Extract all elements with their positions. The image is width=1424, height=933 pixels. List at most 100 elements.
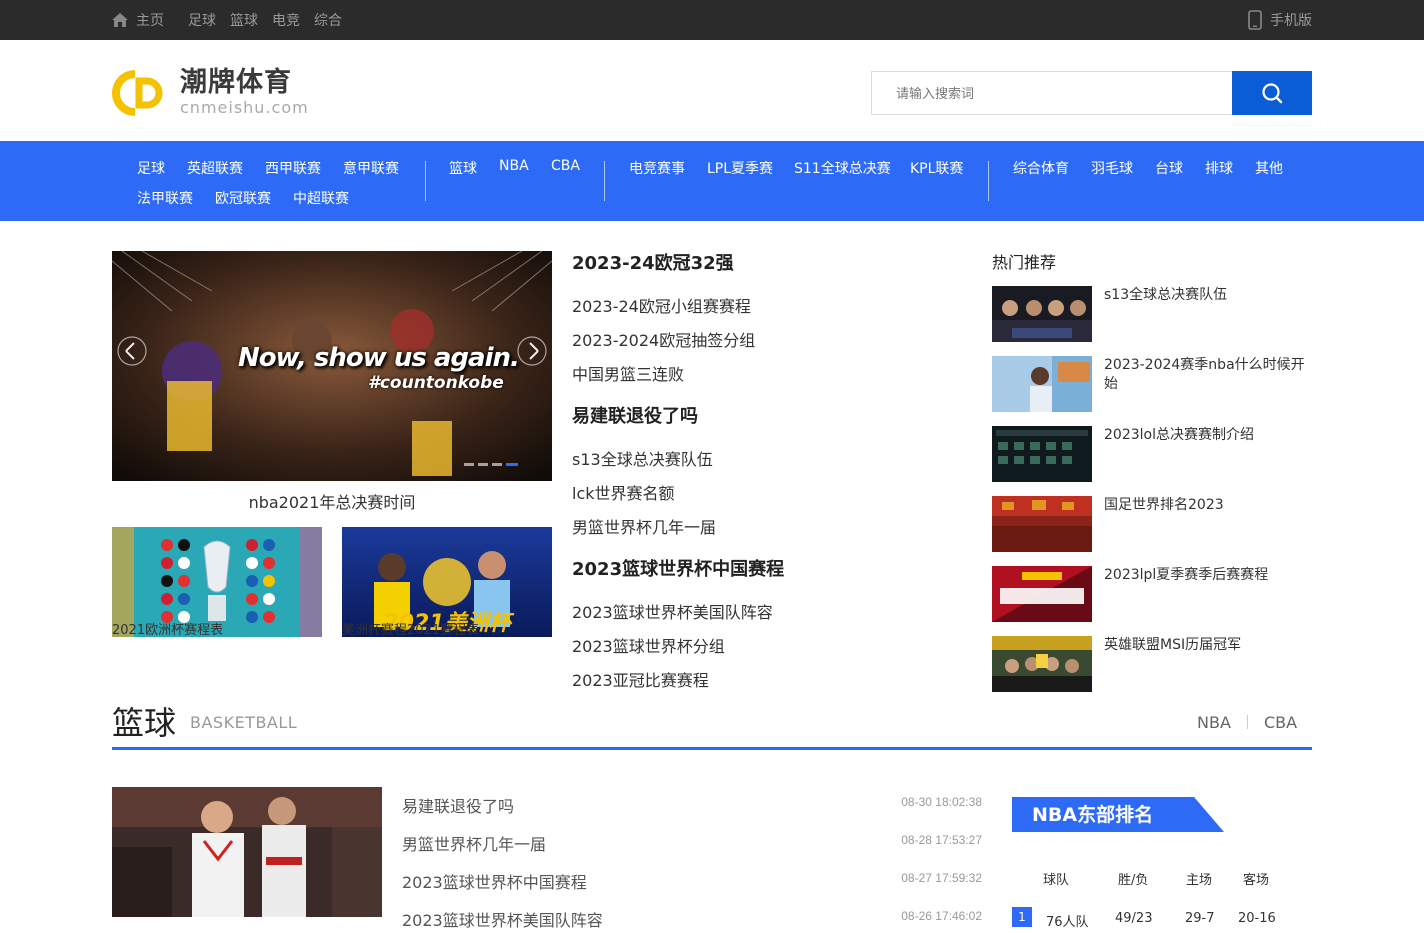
nav-football[interactable]: 足球 [137, 158, 165, 178]
slider-dots [464, 463, 518, 466]
home-link[interactable]: 主页 [112, 10, 164, 30]
hot-item-title[interactable]: s13全球总决赛队伍 [1104, 286, 1309, 305]
nav-csl[interactable]: 中超联赛 [293, 188, 349, 208]
headline-item[interactable]: 2023亚冠比赛赛程 [572, 664, 952, 698]
headline-title[interactable]: 易建联退役了吗 [572, 404, 952, 430]
rank-home: 29-7 [1185, 911, 1215, 926]
search-input[interactable] [871, 71, 1232, 115]
hot-item[interactable]: s13全球总决赛队伍 [992, 286, 1312, 356]
hot-item-title[interactable]: 2023-2024赛季nba什么时候开始 [1104, 356, 1309, 394]
hot-item[interactable]: 国足世界排名2023 [992, 496, 1312, 566]
basketball-section-header: 篮球 BASKETBALL NBA CBA [112, 701, 1312, 750]
search-button[interactable] [1232, 71, 1312, 115]
nba-east-standings: NBA东部排名 球队 胜/负 主场 客场 1 76人队 49/23 29-7 2… [1012, 797, 1312, 930]
hot-item-title[interactable]: 英雄联盟MSI历届冠军 [1104, 636, 1309, 655]
search-icon [1262, 83, 1283, 104]
headline-item[interactable]: 2023篮球世界杯美国队阵容 [572, 596, 952, 630]
basketball-news-list: 易建联退役了吗 08-30 18:02:38 男篮世界杯几年一届 08-28 1… [402, 787, 982, 933]
headline-item[interactable]: 2023-24欧冠小组赛赛程 [572, 290, 952, 324]
slider-dot[interactable] [492, 463, 502, 466]
thumb-euro-cup-caption[interactable]: 2021欧洲杯赛程表 [112, 619, 223, 638]
news-title[interactable]: 易建联退役了吗 [402, 793, 514, 817]
slider-dot[interactable] [478, 463, 488, 466]
logo-mark-icon [112, 70, 163, 116]
mobile-version-label: 手机版 [1270, 13, 1312, 29]
site-logo[interactable]: 潮牌体育 cnmeishu.com [112, 68, 309, 118]
hot-item-image[interactable] [992, 426, 1092, 482]
section-tab-cba[interactable]: CBA [1264, 713, 1297, 732]
news-row[interactable]: 2023篮球世界杯美国队阵容 08-26 17:46:02 [402, 901, 982, 933]
rank-win-loss: 49/23 [1115, 911, 1153, 926]
hero-caption[interactable]: nba2021年总决赛时间 [112, 489, 552, 513]
headline-title[interactable]: 2023-24欧冠32强 [572, 251, 952, 277]
news-title[interactable]: 男篮世界杯几年一届 [402, 831, 546, 855]
news-row[interactable]: 男篮世界杯几年一届 08-28 17:53:27 [402, 825, 982, 863]
hot-item-image[interactable] [992, 356, 1092, 412]
col-team: 球队 [1043, 873, 1070, 888]
nav-general-sports[interactable]: 综合体育 [1013, 158, 1069, 178]
nav-other[interactable]: 其他 [1255, 158, 1283, 178]
news-date: 08-26 17:46:02 [901, 909, 982, 923]
nav-divider [425, 161, 426, 201]
headline-item[interactable]: s13全球总决赛队伍 [572, 443, 952, 477]
logo-name: 潮牌体育 [180, 67, 292, 98]
top-bar: 主页 足球 篮球 电竞 综合 手机版 [0, 0, 1424, 40]
topbar-link-football[interactable]: 足球 [188, 10, 216, 30]
nav-ligue-1[interactable]: 法甲联赛 [137, 188, 193, 208]
section-tab-nba[interactable]: NBA [1197, 713, 1231, 732]
news-date: 08-30 18:02:38 [901, 795, 982, 809]
nav-volleyball[interactable]: 排球 [1205, 158, 1233, 178]
nav-la-liga[interactable]: 西甲联赛 [265, 158, 321, 178]
hot-item-image[interactable] [992, 636, 1092, 692]
nav-badminton[interactable]: 羽毛球 [1091, 158, 1133, 178]
rank-number: 1 [1012, 907, 1032, 927]
headline-item[interactable]: 2023-2024欧冠抽签分组 [572, 324, 952, 358]
slider-dot-active[interactable] [506, 463, 518, 466]
col-away: 客场 [1243, 873, 1270, 888]
nav-champions-league[interactable]: 欧冠联赛 [215, 188, 271, 208]
hot-item-image[interactable] [992, 566, 1092, 622]
nav-esports[interactable]: 电竞赛事 [629, 158, 685, 178]
nav-cba[interactable]: CBA [551, 158, 580, 174]
headline-item[interactable]: 男篮世界杯几年一届 [572, 511, 952, 545]
slider-dot[interactable] [464, 463, 474, 466]
topbar-link-general[interactable]: 综合 [314, 10, 342, 30]
nav-serie-a[interactable]: 意甲联赛 [343, 158, 399, 178]
headline-title[interactable]: 2023篮球世界杯中国赛程 [572, 557, 952, 583]
home-label: 主页 [136, 13, 164, 29]
nav-premier-league[interactable]: 英超联赛 [187, 158, 243, 178]
rank-away: 20-16 [1238, 911, 1276, 926]
hot-item-title[interactable]: 2023lpl夏季赛季后赛赛程 [1104, 566, 1309, 585]
headline-item[interactable]: 中国男篮三连败 [572, 358, 952, 392]
headline-item[interactable]: 2023篮球世界杯分组 [572, 630, 952, 664]
hot-item[interactable]: 2023lol总决赛赛制介绍 [992, 426, 1312, 496]
nav-s11-worlds[interactable]: S11全球总决赛 [794, 158, 891, 178]
nav-kpl[interactable]: KPL联赛 [910, 158, 963, 178]
headline-list: 2023-24欧冠32强 2023-24欧冠小组赛赛程 2023-2024欧冠抽… [572, 251, 952, 710]
hero-overlay-title: Now, show us again. [238, 343, 520, 373]
basketball-feature-image[interactable] [112, 787, 382, 917]
nav-divider [604, 161, 605, 201]
topbar-link-esports[interactable]: 电竞 [272, 10, 300, 30]
news-title[interactable]: 2023篮球世界杯中国赛程 [402, 869, 587, 893]
news-title[interactable]: 2023篮球世界杯美国队阵容 [402, 907, 603, 931]
nav-lpl-summer[interactable]: LPL夏季赛 [707, 158, 773, 178]
hot-item[interactable]: 2023-2024赛季nba什么时候开始 [992, 356, 1312, 426]
hot-item-title[interactable]: 2023lol总决赛赛制介绍 [1104, 426, 1309, 445]
hot-item-image[interactable] [992, 496, 1092, 552]
nav-basketball[interactable]: 篮球 [449, 158, 477, 178]
nav-nba[interactable]: NBA [499, 158, 529, 174]
hero-slider[interactable]: Now, show us again. #countonkobe [112, 251, 552, 481]
hot-item-image[interactable] [992, 286, 1092, 342]
news-row[interactable]: 2023篮球世界杯中国赛程 08-27 17:59:32 [402, 863, 982, 901]
hot-item-title[interactable]: 国足世界排名2023 [1104, 496, 1309, 515]
hot-item[interactable]: 2023lpl夏季赛季后赛赛程 [992, 566, 1312, 636]
thumb-copa-america-caption[interactable]: 美洲杯赛程2021赛程表 [342, 619, 479, 638]
hot-item[interactable]: 英雄联盟MSI历届冠军 [992, 636, 1312, 706]
hot-recommendations: 热门推荐 s13全球总决赛队伍 2023-2024赛季nba什么时候开始 202… [992, 251, 1312, 706]
nav-billiards[interactable]: 台球 [1155, 158, 1183, 178]
news-row[interactable]: 易建联退役了吗 08-30 18:02:38 [402, 787, 982, 825]
topbar-link-basketball[interactable]: 篮球 [230, 10, 258, 30]
headline-item[interactable]: lck世界赛名额 [572, 477, 952, 511]
mobile-version-link[interactable]: 手机版 [1248, 0, 1312, 40]
